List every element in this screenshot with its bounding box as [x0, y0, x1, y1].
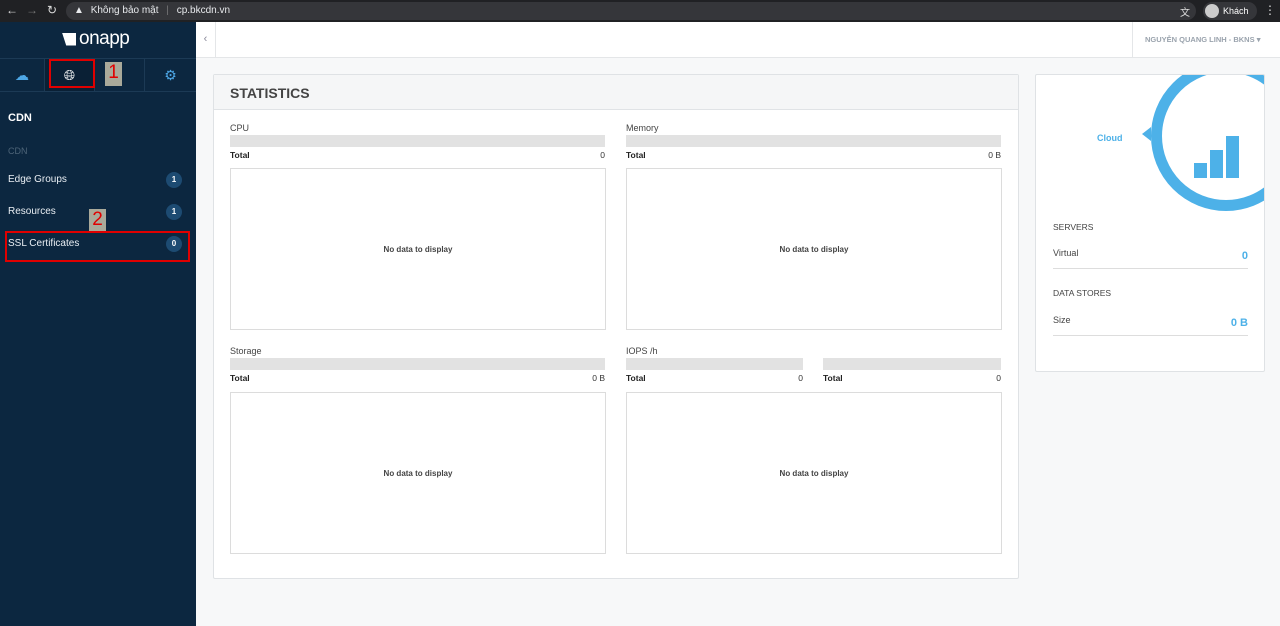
chevron-left-icon: ‹ — [203, 33, 208, 45]
caret-down-icon: ▾ — [1256, 35, 1261, 44]
cpu-chart: No data to display — [230, 168, 606, 330]
warning-icon: ▲ — [74, 5, 84, 16]
profile-name: Khách — [1223, 6, 1249, 16]
no-data-text: No data to display — [779, 244, 849, 254]
cpu-total-label: Total — [230, 150, 250, 160]
back-icon[interactable]: ← — [6, 3, 18, 17]
profile-button[interactable]: Khách — [1203, 2, 1257, 20]
bar-chart-icon — [1194, 136, 1239, 178]
section-title: CDN — [8, 112, 32, 124]
no-data-text: No data to display — [779, 468, 849, 478]
virtual-row: Virtual 0 — [1053, 248, 1248, 269]
sidebar-item-edge-groups[interactable]: Edge Groups 1 — [0, 168, 196, 192]
size-label: Size — [1053, 315, 1071, 325]
cpu-label: CPU — [230, 123, 250, 133]
storage-total-value: 0 B — [592, 373, 605, 383]
memory-usage-bar — [626, 135, 1001, 147]
size-value: 0 B — [1230, 317, 1248, 329]
virtual-label: Virtual — [1053, 248, 1079, 258]
collapse-sidebar-button[interactable]: ‹ — [196, 22, 216, 57]
size-row: Size 0 B — [1053, 315, 1248, 336]
iops-bar-1 — [626, 358, 803, 370]
storage-label: Storage — [230, 346, 262, 356]
no-data-text: No data to display — [383, 468, 453, 478]
reload-icon[interactable]: ↻ — [47, 3, 57, 17]
address-bar[interactable]: ▲ Không bảo mật | cp.bkcdn.vn — [66, 2, 1196, 20]
storage-usage-bar — [230, 358, 605, 370]
sidebar-tabs: ☁ 🌐︎ ▮ ⚙ — [0, 58, 196, 92]
iops-total-label-1: Total — [626, 373, 646, 383]
item-label: Resources — [8, 206, 56, 217]
menu-icon[interactable]: ⋮ — [1264, 3, 1276, 17]
cloud-label[interactable]: Cloud — [1097, 133, 1123, 143]
storage-total-label: Total — [230, 373, 250, 383]
onapp-logo[interactable]: onapp — [62, 28, 130, 50]
translate-icon[interactable]: 文 — [1180, 4, 1190, 19]
iops-total-value-1: 0 — [798, 373, 803, 383]
servers-title: SERVERS — [1053, 222, 1094, 232]
cloud-stats-circle — [1142, 75, 1264, 211]
memory-label: Memory — [626, 123, 659, 133]
no-data-text: No data to display — [383, 244, 453, 254]
cloud-icon: ☁ — [15, 66, 29, 83]
avatar-icon — [1205, 4, 1219, 18]
annotation-box-1 — [49, 59, 95, 88]
count-badge: 1 — [166, 204, 182, 220]
count-badge: 1 — [166, 172, 182, 188]
annotation-box-2 — [5, 231, 190, 262]
tab-cloud[interactable]: ☁ — [0, 59, 45, 91]
top-header: ‹ NGUYỄN QUANG LINH - BKNS ▾ — [196, 22, 1280, 58]
sidebar: onapp ☁ 🌐︎ ▮ ⚙ CDN CDN Edge Groups 1 Res… — [0, 22, 196, 626]
iops-label: IOPS /h — [626, 346, 658, 356]
iops-chart: No data to display — [626, 392, 1002, 554]
storage-chart: No data to display — [230, 392, 606, 554]
iops-total-value-2: 0 — [996, 373, 1001, 383]
group-label: CDN — [8, 146, 28, 156]
cpu-usage-bar — [230, 135, 605, 147]
annotation-number-2: 2 — [89, 209, 106, 231]
iops-total-label-2: Total — [823, 373, 843, 383]
forward-icon[interactable]: → — [26, 3, 38, 17]
browser-toolbar: ← → ↻ ▲ Không bảo mật | cp.bkcdn.vn 文 Kh… — [0, 0, 1280, 22]
cpu-total-value: 0 — [600, 150, 605, 160]
datastores-title: DATA STORES — [1053, 288, 1112, 298]
tab-settings[interactable]: ⚙ — [145, 59, 196, 91]
url-text: cp.bkcdn.vn — [176, 5, 231, 16]
user-name: NGUYỄN QUANG LINH - BKNS — [1145, 35, 1255, 44]
virtual-value: 0 — [1241, 250, 1248, 262]
security-label: Không bảo mật — [90, 5, 159, 16]
item-label: Edge Groups — [8, 174, 67, 185]
gear-icon: ⚙ — [164, 66, 177, 83]
panel-title: STATISTICS — [214, 75, 1018, 110]
memory-total-value: 0 B — [988, 150, 1001, 160]
user-menu[interactable]: NGUYỄN QUANG LINH - BKNS ▾ — [1132, 22, 1280, 57]
annotation-number-1: 1 — [105, 62, 122, 86]
memory-total-label: Total — [626, 150, 646, 160]
cloud-summary-panel: Cloud SERVERS Virtual 0 DATA STORES Size… — [1035, 74, 1265, 372]
memory-chart: No data to display — [626, 168, 1002, 330]
iops-bar-2 — [823, 358, 1001, 370]
